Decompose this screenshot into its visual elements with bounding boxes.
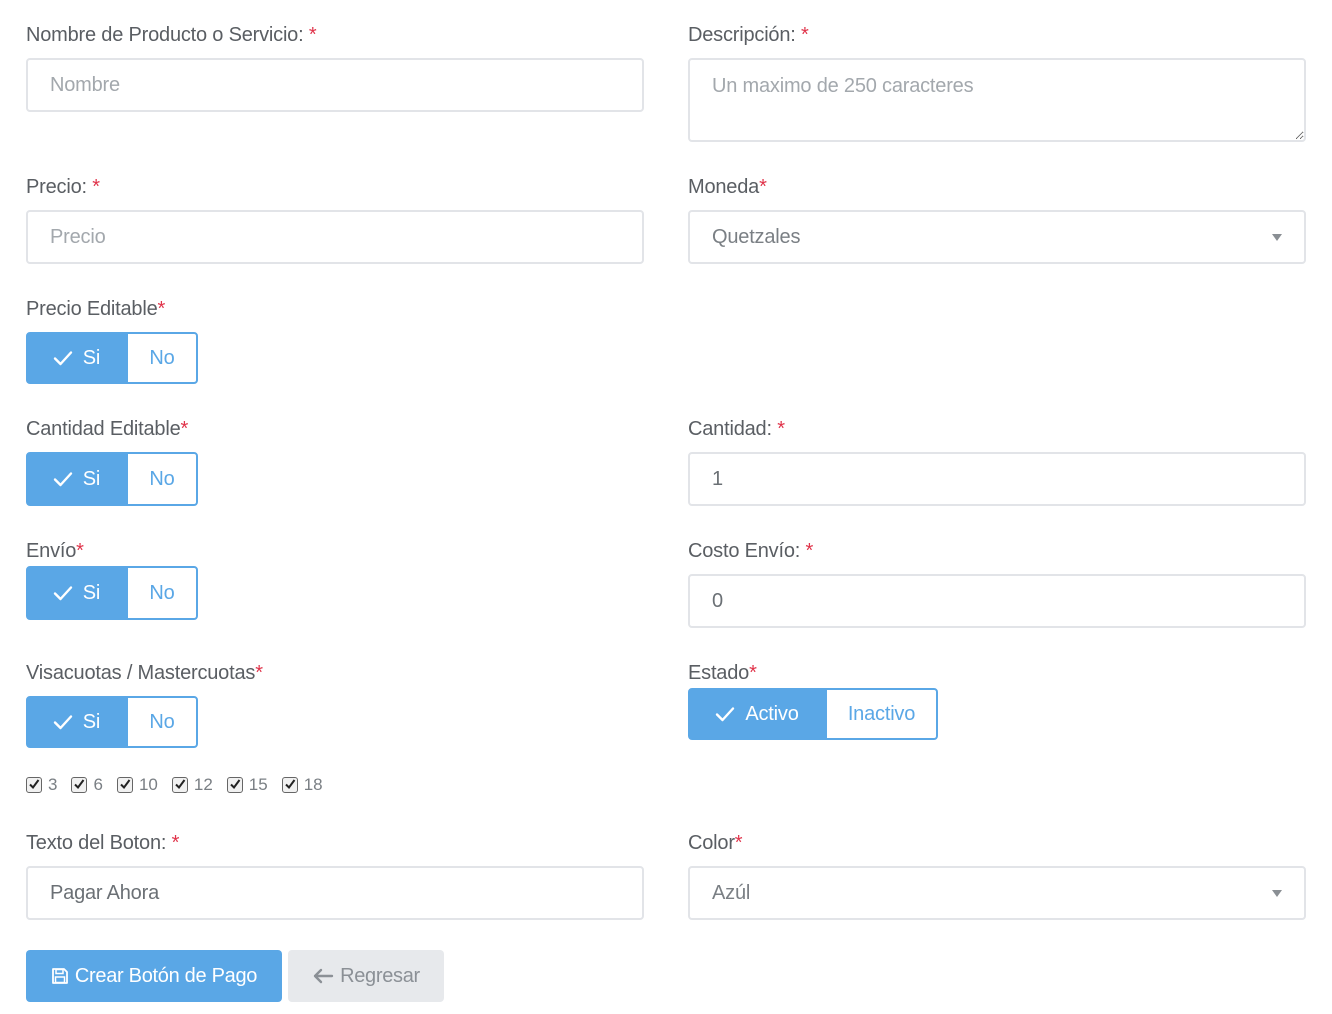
required-marker: * [76,540,84,562]
cuotas-group: 3 6 10 12 15 18 [26,775,323,795]
precio-editable-no-button[interactable]: No [126,332,198,384]
required-marker: * [255,662,263,684]
precio-input[interactable] [26,210,644,264]
texto-boton-input[interactable] [26,866,644,920]
estado-toggle: Activo Inactivo [688,688,938,740]
cuota-option[interactable]: 18 [281,775,323,795]
cuota-option[interactable]: 3 [26,775,57,795]
crear-boton-pago-button[interactable]: Crear Botón de Pago [26,950,282,1002]
moneda-value: Quetzales [712,225,801,248]
estado-activo-button[interactable]: Activo [688,688,826,740]
checkbox-checked-icon[interactable] [116,777,133,793]
costo-envio-input[interactable] [688,574,1306,628]
cantidad-editable-label: Cantidad Editable* [26,418,189,440]
required-marker: * [759,176,767,198]
checkbox-checked-icon[interactable] [71,777,88,793]
visacuotas-si-button[interactable]: Si [26,696,127,748]
checkbox-checked-icon[interactable] [171,777,188,793]
required-marker: * [157,298,166,320]
required-marker: * [180,418,189,440]
arrow-left-icon [313,968,334,984]
floppy-disk-icon [51,968,68,984]
texto-boton-label: Texto del Boton: * [26,832,180,854]
cuota-option[interactable]: 15 [226,775,268,795]
envio-si-button[interactable]: Si [26,566,127,620]
cuota-option[interactable]: 12 [171,775,213,795]
check-icon [716,707,735,722]
visacuotas-no-button[interactable]: No [126,696,198,748]
required-marker: * [749,662,757,684]
precio-editable-si-button[interactable]: Si [26,332,127,384]
moneda-select[interactable]: Quetzales [688,210,1306,264]
check-icon [53,472,72,487]
check-icon [53,715,72,730]
required-marker: * [805,540,814,562]
estado-label: Estado* [688,662,757,684]
moneda-label: Moneda* [688,176,767,198]
required-marker: * [734,832,743,854]
costo-envio-label: Costo Envío: * [688,540,814,562]
cantidad-editable-no-button[interactable]: No [126,452,198,506]
caret-down-icon [1272,234,1282,241]
cuota-option[interactable]: 6 [71,775,103,795]
estado-inactivo-button[interactable]: Inactivo [825,688,938,740]
visacuotas-toggle: Si No [26,696,198,748]
color-select[interactable]: Azúl [688,866,1306,920]
nombre-input[interactable] [26,58,644,112]
regresar-button[interactable]: Regresar [288,950,444,1002]
required-marker: * [171,832,180,854]
caret-down-icon [1272,890,1282,897]
nombre-label: Nombre de Producto o Servicio: * [26,24,317,46]
precio-editable-label: Precio Editable* [26,298,166,320]
checkbox-checked-icon[interactable] [281,777,298,793]
checkbox-checked-icon[interactable] [26,777,42,793]
check-icon [53,586,72,601]
precio-editable-toggle: Si No [26,332,198,384]
checkbox-checked-icon[interactable] [226,777,243,793]
color-value: Azúl [712,881,751,904]
color-label: Color* [688,832,743,854]
check-icon [53,351,72,366]
precio-label: Precio: * [26,176,100,198]
required-marker: * [777,418,785,440]
required-marker: * [801,24,809,46]
descripcion-textarea[interactable] [688,58,1306,142]
cantidad-editable-toggle: Si No [26,452,198,506]
envio-no-button[interactable]: No [126,566,198,620]
cantidad-input[interactable] [688,452,1306,506]
envio-toggle: Si No [26,566,198,620]
required-marker: * [92,176,100,198]
required-marker: * [308,24,317,46]
cantidad-label: Cantidad: * [688,418,785,440]
descripcion-label: Descripción: * [688,24,809,46]
envio-label: Envío* [26,540,84,562]
cuota-option[interactable]: 10 [116,775,158,795]
cantidad-editable-si-button[interactable]: Si [26,452,127,506]
visacuotas-label: Visacuotas / Mastercuotas* [26,662,263,684]
